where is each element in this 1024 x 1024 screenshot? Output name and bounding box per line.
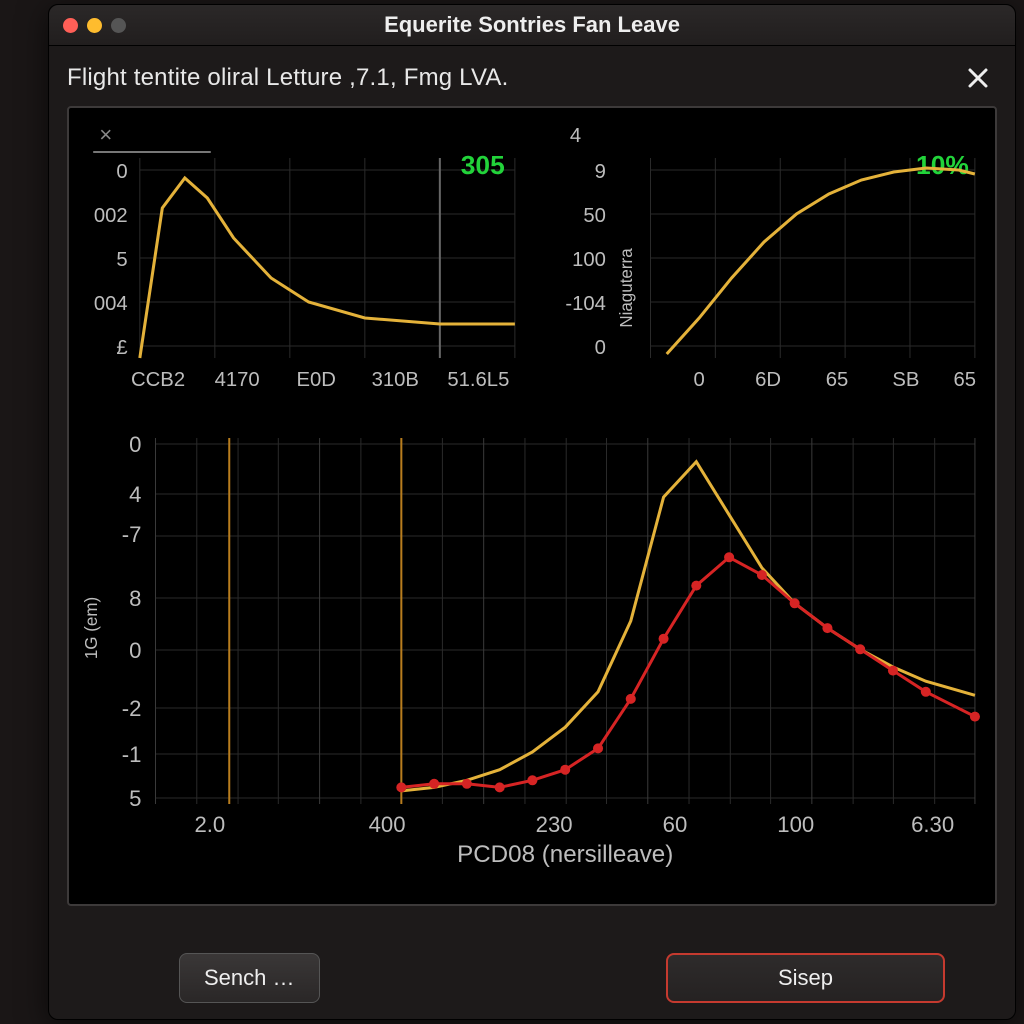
svg-text:E0D: E0D [296, 369, 335, 391]
xticks-tr: 0 6D 65 SB 65 [694, 369, 976, 391]
svg-text:8: 8 [129, 586, 141, 611]
svg-text:0: 0 [694, 369, 705, 391]
svg-text:0: 0 [116, 161, 127, 183]
chart-bottom: 0 4 -7 8 0 -2 -1 5 1G (em) [79, 418, 985, 868]
ylabel-b: 1G (em) [82, 597, 101, 659]
svg-text:-1: -1 [122, 742, 142, 767]
svg-text:4170: 4170 [215, 369, 260, 391]
svg-text:65: 65 [826, 369, 849, 391]
svg-text:0: 0 [129, 432, 141, 457]
subheader-text: Flight tentite oliral Letture ,7.1, Fmg … [67, 64, 508, 92]
series-tr [667, 168, 975, 354]
close-icon[interactable] [965, 65, 991, 91]
plot-container: × 0 002 5 004 £ [67, 106, 997, 906]
sench-button[interactable]: Sench … [179, 953, 320, 1003]
minimize-traffic-icon[interactable] [87, 18, 102, 33]
svg-text:50: 50 [583, 205, 606, 227]
svg-text:5: 5 [116, 249, 127, 271]
svg-text:400: 400 [369, 812, 406, 837]
svg-text:-2: -2 [122, 696, 142, 721]
chart-top-right: 4 9 50 100 -104 0 Niaguterra [539, 118, 985, 408]
svg-text:SB: SB [892, 369, 919, 391]
svg-text:51.6L5: 51.6L5 [447, 369, 509, 391]
svg-text:002: 002 [94, 205, 128, 227]
svg-text:0: 0 [129, 638, 141, 663]
svg-text:-7: -7 [122, 522, 142, 547]
footer: Sench … Sisep [49, 953, 1015, 1003]
close-traffic-icon[interactable] [63, 18, 78, 33]
yticks-tl: 0 002 5 004 £ [94, 161, 128, 359]
svg-text:5: 5 [129, 786, 141, 811]
subheader: Flight tentite oliral Letture ,7.1, Fmg … [49, 46, 1015, 106]
badge-tr: 10% [916, 150, 969, 180]
badge-tl: 305 [461, 150, 505, 180]
svg-text:6.30: 6.30 [911, 812, 954, 837]
svg-text:60: 60 [663, 812, 688, 837]
yticks-tr: 9 50 100 -104 0 [565, 161, 606, 359]
svg-text:310B: 310B [372, 369, 419, 391]
yticks-b: 0 4 -7 8 0 -2 -1 5 [122, 432, 142, 811]
svg-text:100: 100 [777, 812, 814, 837]
svg-text:-104: -104 [565, 293, 606, 315]
chart-top-left: × 0 002 5 004 £ [79, 118, 525, 408]
app-window: Equerite Sontries Fan Leave Flight tenti… [48, 4, 1016, 1020]
svg-text:65: 65 [953, 369, 976, 391]
svg-text:CCB2: CCB2 [131, 369, 185, 391]
window-title: Equerite Sontries Fan Leave [49, 12, 1015, 38]
corner-mark: × [99, 122, 112, 147]
svg-text:0: 0 [595, 337, 606, 359]
svg-text:£: £ [116, 337, 127, 359]
sisep-button[interactable]: Sisep [666, 953, 945, 1003]
svg-text:9: 9 [595, 161, 606, 183]
ylabel-tr: Niaguterra [617, 248, 636, 328]
series-tl [140, 178, 515, 358]
svg-text:230: 230 [536, 812, 573, 837]
xlabel-b: PCD08 (nersilleave) [457, 841, 673, 868]
svg-text:6D: 6D [755, 369, 781, 391]
traffic-lights [63, 18, 126, 33]
svg-text:4: 4 [129, 482, 141, 507]
xticks-b: 2.0 400 230 60 100 6.30 [194, 812, 954, 837]
top-label-tr: 4 [570, 125, 581, 147]
series-bottom-yellow [401, 462, 975, 791]
titlebar: Equerite Sontries Fan Leave [49, 5, 1015, 46]
svg-text:004: 004 [94, 293, 128, 315]
svg-text:100: 100 [572, 249, 606, 271]
zoom-traffic-icon[interactable] [111, 18, 126, 33]
xticks-tl: CCB2 4170 E0D 310B 51.6L5 [131, 369, 509, 391]
svg-text:2.0: 2.0 [194, 812, 225, 837]
